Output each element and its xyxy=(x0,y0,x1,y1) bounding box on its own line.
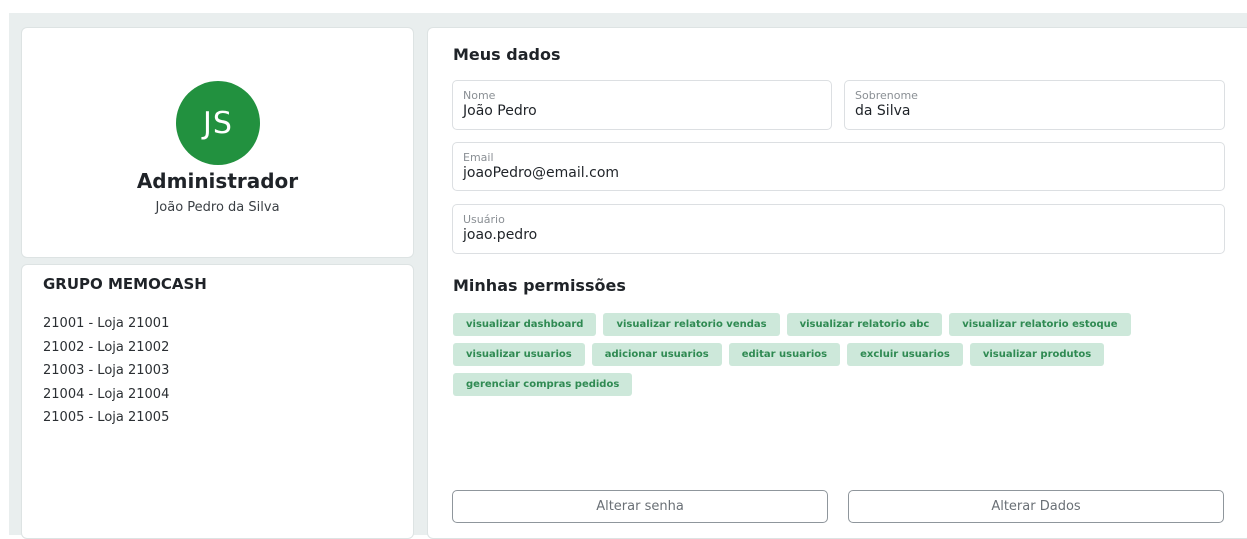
store-item: 21005 - Loja 21005 xyxy=(43,410,170,425)
email-value[interactable]: joaoPedro@email.com xyxy=(463,165,619,181)
permission-chip: visualizar dashboard xyxy=(453,313,597,336)
permission-chip: visualizar usuarios xyxy=(453,343,585,366)
change-password-button[interactable]: Alterar senha xyxy=(452,490,828,523)
first-name-field[interactable]: Nome João Pedro xyxy=(452,80,832,130)
username-label: Usuário xyxy=(463,213,505,226)
my-data-title: Meus dados xyxy=(453,45,561,64)
my-data-card: Meus dados Nome João Pedro Sobrenome da … xyxy=(427,27,1247,539)
permission-chip: excluir usuarios xyxy=(847,343,963,366)
user-role: Administrador xyxy=(136,169,299,193)
permission-chip: visualizar relatorio abc xyxy=(786,313,943,336)
store-item: 21002 - Loja 21002 xyxy=(43,339,170,355)
last-name-value[interactable]: da Silva xyxy=(855,103,910,119)
first-name-value[interactable]: João Pedro xyxy=(463,103,537,119)
store-item: 21004 - Loja 21004 xyxy=(43,386,170,402)
change-data-button[interactable]: Alterar Dados xyxy=(848,490,1224,523)
permission-chip: visualizar produtos xyxy=(969,343,1105,366)
first-name-label: Nome xyxy=(463,89,496,102)
permission-chip: visualizar relatorio vendas xyxy=(603,313,780,336)
permission-chip: adicionar usuarios xyxy=(591,343,722,366)
store-item: 21003 - Loja 21003 xyxy=(43,363,170,378)
profile-card: JS Administrador João Pedro da Silva xyxy=(21,27,414,258)
username-value[interactable]: joao.pedro xyxy=(463,227,537,243)
permissions-title: Minhas permissões xyxy=(453,276,626,295)
permission-chip: gerenciar compras pedidos xyxy=(453,373,633,396)
username-field[interactable]: Usuário joao.pedro xyxy=(452,204,1225,254)
avatar-initials: JS xyxy=(203,105,233,141)
last-name-label: Sobrenome xyxy=(855,89,918,102)
last-name-field[interactable]: Sobrenome da Silva xyxy=(844,80,1225,130)
email-label: Email xyxy=(463,151,494,164)
user-full-name: João Pedro da Silva xyxy=(155,200,280,215)
avatar: JS xyxy=(176,81,260,165)
permission-chip: visualizar relatorio estoque xyxy=(949,313,1131,336)
email-field[interactable]: Email joaoPedro@email.com xyxy=(452,142,1225,191)
permissions-list: visualizar dashboard visualizar relatori… xyxy=(453,313,1233,396)
store-list: 21001 - Loja 21001 21002 - Loja 21002 21… xyxy=(43,312,169,430)
group-title: GRUPO MEMOCASH xyxy=(43,275,207,293)
store-item: 21001 - Loja 21001 xyxy=(43,316,170,331)
permission-chip: editar usuarios xyxy=(728,343,841,366)
group-card: GRUPO MEMOCASH 21001 - Loja 21001 21002 … xyxy=(21,264,414,539)
